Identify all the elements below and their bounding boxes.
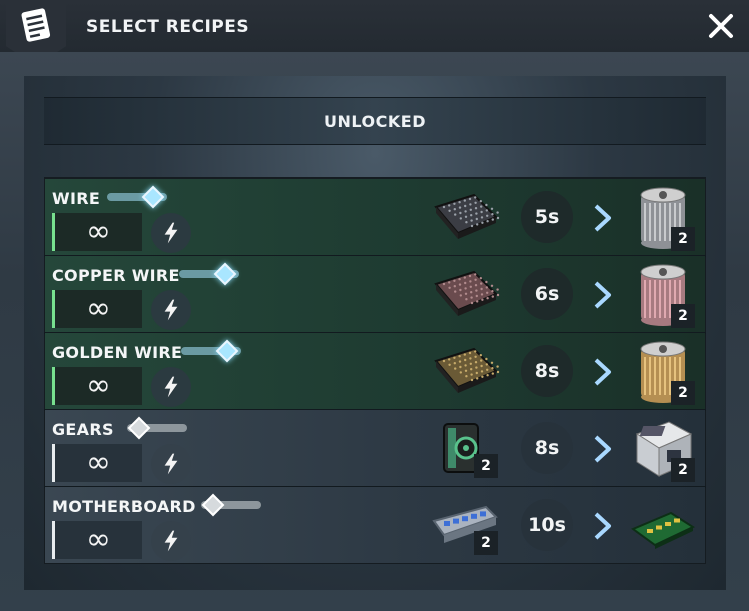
close-icon[interactable] (707, 12, 735, 40)
recipe-row[interactable]: MOTHERBOARD ∞ 2 10s (45, 487, 705, 563)
recipe-toggle-golden-wire[interactable] (181, 339, 243, 363)
recipe-name-wire: WIRE (52, 189, 101, 208)
recipe-toggle-gears[interactable] (127, 416, 189, 440)
toggle-knob[interactable] (127, 416, 151, 440)
iron-plate-icon (430, 187, 505, 247)
recipe-toggle-copper-wire[interactable] (179, 262, 241, 286)
recipe-row[interactable]: GEARS ∞ 2 8s 2 (45, 410, 705, 486)
motherboard-icon (630, 493, 696, 559)
quantity-button[interactable]: ∞ (52, 521, 142, 559)
chevron-right-icon (594, 204, 611, 232)
craft-time: 6s (521, 268, 573, 320)
toggle-knob[interactable] (213, 262, 237, 286)
chevron-right-icon (594, 512, 611, 540)
lightning-icon[interactable] (151, 213, 191, 253)
toggle-knob[interactable] (201, 493, 225, 517)
gear-machine-part-icon: 2 (430, 418, 500, 478)
lightning-icon[interactable] (151, 367, 191, 407)
recipe-name-golden-wire: GOLDEN WIRE (52, 343, 183, 362)
chevron-right-icon (594, 358, 611, 386)
infinity-symbol: ∞ (86, 445, 111, 480)
copper-plate-icon (430, 264, 505, 324)
recipe-toggle-motherboard[interactable] (201, 493, 263, 517)
ingredient-count-badge: 2 (474, 454, 498, 478)
craft-time: 5s (521, 191, 573, 243)
wire-spool-icon: 2 (631, 185, 695, 251)
recipe-list-icon (21, 8, 51, 42)
toggle-knob[interactable] (215, 339, 239, 363)
infinity-symbol: ∞ (86, 214, 111, 249)
copper-wire-spool-icon: 2 (631, 262, 695, 328)
golden-wire-spool-icon: 2 (631, 339, 695, 405)
craft-time: 8s (521, 422, 573, 474)
section-header-unlocked: UNLOCKED (44, 97, 706, 145)
infinity-symbol: ∞ (86, 368, 111, 403)
recipe-name-motherboard: MOTHERBOARD (52, 497, 196, 516)
lightning-icon[interactable] (151, 444, 191, 484)
infinity-symbol: ∞ (86, 522, 111, 557)
toggle-knob[interactable] (141, 185, 165, 209)
recipe-toggle-wire[interactable] (107, 185, 169, 209)
quantity-button[interactable]: ∞ (52, 213, 142, 251)
recipe-row[interactable]: COPPER WIRE ∞ 6s 2 (45, 256, 705, 332)
gearbox-block-icon: 2 (631, 416, 695, 482)
lightning-icon[interactable] (151, 290, 191, 330)
chevron-right-icon (594, 281, 611, 309)
ingredient-count-badge: 2 (474, 531, 498, 555)
infinity-symbol: ∞ (86, 291, 111, 326)
output-count-badge: 2 (671, 458, 695, 482)
recipe-list: WIRE ∞ 5s 2 COPPER WIRE ∞ 6s 2 GOLDEN WIRE ∞ 8s 2 GE… (44, 177, 706, 564)
lightning-icon[interactable] (151, 521, 191, 561)
quantity-button[interactable]: ∞ (52, 290, 142, 328)
output-count-badge: 2 (671, 381, 695, 405)
gold-plate-icon (430, 341, 505, 401)
craft-time: 8s (521, 345, 573, 397)
craft-time: 10s (521, 499, 573, 551)
chevron-right-icon (594, 435, 611, 463)
recipe-name-gears: GEARS (52, 420, 114, 439)
quantity-button[interactable]: ∞ (52, 444, 142, 482)
recipe-name-copper-wire: COPPER WIRE (52, 266, 180, 285)
output-count-badge: 2 (671, 227, 695, 251)
recipe-row[interactable]: WIRE ∞ 5s 2 (45, 179, 705, 255)
circuit-tray-icon: 2 (430, 495, 500, 555)
quantity-button[interactable]: ∞ (52, 367, 142, 405)
output-count-badge: 2 (671, 304, 695, 328)
window-title: SELECT RECIPES (86, 17, 250, 37)
title-bar: SELECT RECIPES (0, 0, 749, 66)
recipe-row[interactable]: GOLDEN WIRE ∞ 8s 2 (45, 333, 705, 409)
